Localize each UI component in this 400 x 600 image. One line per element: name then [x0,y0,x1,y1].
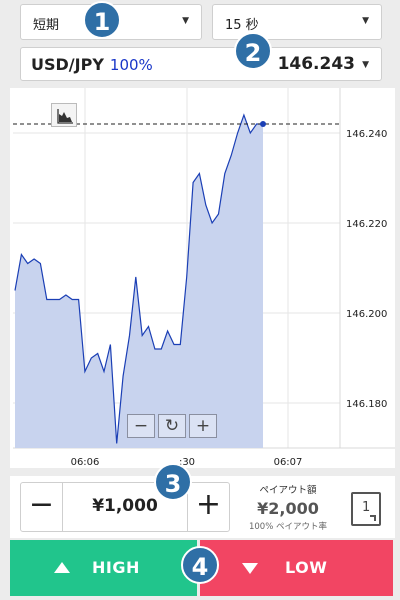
one-click-label: 1 [362,500,371,515]
high-button[interactable]: HIGH [10,540,197,596]
one-click-icon[interactable]: 1 [351,492,381,526]
top-controls: 短期 ▼ 15 秒 ▼ USD/JPY 100% 146.243 ▼ [0,0,400,88]
option-type-value: 短期 [33,18,60,33]
current-price: 146.243 [277,54,355,74]
duration-value: 15 秒 [225,18,259,33]
pair-label: USD/JPY 100% [31,55,153,74]
price-chart[interactable]: 146.240 146.220 146.200 146.180 06:06:30 06:0… [10,88,395,468]
y-tick-label: 146.180 [346,399,387,410]
step-badge-1: 1 [83,1,121,39]
y-tick-label: 146.200 [346,309,387,320]
y-tick-label: 146.240 [346,129,387,140]
chevron-down-icon: ▼ [362,16,369,26]
currency-pair-select[interactable]: USD/JPY 100% 146.243 ▼ [20,47,382,81]
trade-panel: − ¥1,000 + ペイアウト額 ¥2,000 100% ペイアウト率 1 [10,476,395,538]
chart-type-icon[interactable] [51,103,77,127]
step-badge-3: 3 [154,463,192,501]
y-tick-label: 146.220 [346,219,387,230]
payout-label: ペイアウト額 [259,485,317,496]
payout-rate: 100% ペイアウト率 [248,522,327,532]
chevron-down-icon: ▼ [362,60,369,70]
payout-info: ペイアウト額 ¥2,000 100% ペイアウト率 [236,482,340,532]
pair-payout-percent: 100% [109,56,153,74]
reset-zoom-button[interactable]: ↻ [158,414,186,438]
x-tick-label: 06:07 [274,457,303,468]
price-chart-svg: 146.240146.220146.200146.18006:06:30 06:0… [13,88,395,468]
low-button[interactable]: LOW [200,540,393,596]
payout-value: ¥2,000 [257,499,319,518]
amount-stepper: − ¥1,000 + [20,482,230,532]
zoom-in-button[interactable]: + [189,414,217,438]
arrow-up-icon [54,562,70,573]
chevron-down-icon: ▼ [182,16,189,26]
arrow-down-icon [242,563,258,574]
current-price-dot [260,121,266,127]
decrease-amount-button[interactable]: − [21,483,63,531]
zoom-controls: − ↻ + [127,414,217,438]
high-label: HIGH [92,558,140,577]
x-tick-label: 06:06 [71,457,100,468]
step-badge-2: 2 [234,32,272,70]
duration-select[interactable]: 15 秒 ▼ [212,4,382,40]
step-badge-4: 4 [181,546,219,584]
zoom-out-button[interactable]: − [127,414,155,438]
increase-amount-button[interactable]: + [187,483,229,531]
price-area [15,115,263,448]
low-label: LOW [285,558,328,577]
